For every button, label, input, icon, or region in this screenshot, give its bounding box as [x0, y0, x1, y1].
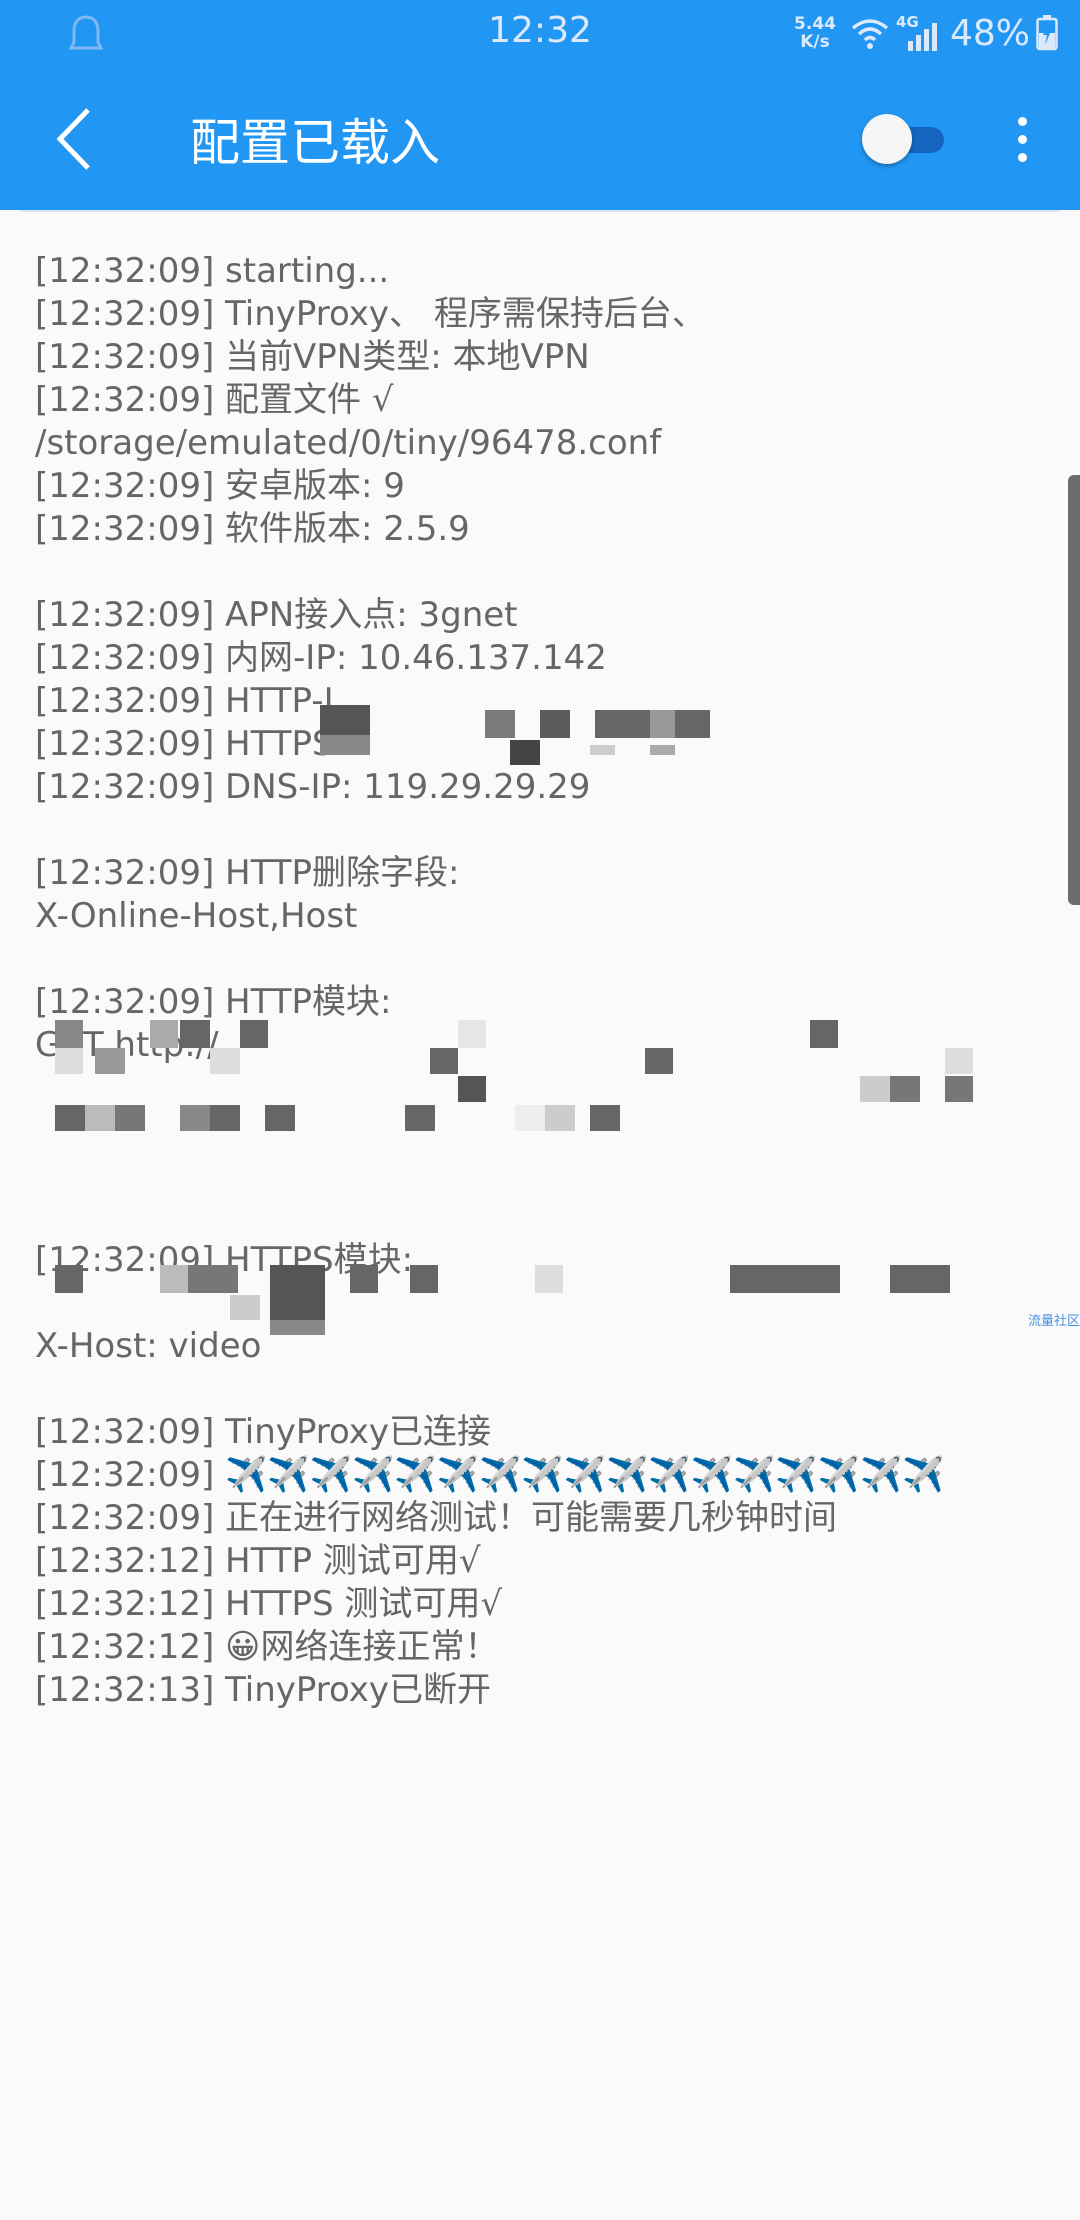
log-list: [12:32:09] starting... [12:32:09] TinyPro… — [35, 250, 1045, 1712]
log-line: [12:32:09] TinyProxy、 程序需保持后台、 — [35, 294, 706, 334]
log-line: [12:32:09] TinyProxy已连接 — [35, 1412, 492, 1452]
log-line — [35, 551, 1045, 594]
battery-charging-icon — [1036, 15, 1058, 51]
cellular-signal-icon: 4G — [896, 13, 940, 53]
network-speed: 5.44 K/s — [794, 15, 836, 51]
log-line: [12:32:09] 正在进行网络测试！可能需要几秒钟时间 — [35, 1498, 838, 1538]
status-icons: 5.44 K/s 4G 48% — [794, 8, 1058, 58]
log-line — [35, 1196, 1045, 1239]
speed-unit: K/s — [800, 32, 830, 52]
log-line: [12:32:09] 配置文件 √ — [35, 380, 394, 420]
status-bar: 12:32 5.44 K/s 4G 48% — [0, 0, 1080, 66]
back-arrow-icon[interactable] — [50, 104, 106, 174]
divider — [20, 210, 1060, 212]
log-line: [12:32:09] starting... — [35, 251, 390, 291]
more-options-icon[interactable] — [1010, 112, 1034, 168]
vpn-toggle-switch[interactable] — [862, 114, 944, 164]
app-bar: 配置已载入 — [0, 66, 1080, 210]
log-line — [35, 1153, 1045, 1196]
redacted-ip-area — [320, 685, 710, 785]
toggle-thumb — [862, 114, 912, 164]
speed-value: 5.44 — [794, 14, 836, 34]
log-line: [12:32:09] APN接入点: 3gnet — [35, 595, 518, 635]
log-line: [12:32:09] 当前VPN类型: 本地VPN — [35, 337, 590, 377]
log-line — [35, 938, 1045, 981]
log-line: [12:32:09] HTTP删除字段: — [35, 853, 460, 893]
redacted-http-module-area — [30, 1020, 980, 1140]
log-line: /storage/emulated/0/tiny/96478.conf — [35, 423, 662, 463]
log-line — [35, 1368, 1045, 1411]
log-line — [35, 809, 1045, 852]
log-line: X-Online-Host,Host — [35, 896, 358, 936]
log-line: [12:32:09] 安卓版本: 9 — [35, 466, 405, 506]
battery-percent: 48% — [949, 12, 1030, 54]
log-line: [12:32:12] HTTP 测试可用√ — [35, 1541, 481, 1581]
log-line: [12:32:09] ✈️✈️✈️✈️✈️✈️✈️✈️✈️✈️✈️✈️✈️✈️✈… — [35, 1455, 945, 1495]
scrollbar[interactable] — [1068, 475, 1080, 905]
page-title: 配置已载入 — [190, 114, 440, 172]
redacted-https-module-area — [30, 1265, 980, 1365]
log-line: [12:32:12] 😀网络连接正常！ — [35, 1627, 499, 1667]
log-line: [12:32:09] 内网-IP: 10.46.137.142 — [35, 638, 607, 678]
watermark: 流量社区 — [1028, 1314, 1080, 1329]
log-line: [12:32:12] HTTPS 测试可用√ — [35, 1584, 503, 1624]
log-line: [12:32:13] TinyProxy已断开 — [35, 1670, 492, 1710]
log-panel: [12:32:09] starting... [12:32:09] TinyPro… — [0, 210, 1080, 2220]
log-line: [12:32:09] 软件版本: 2.5.9 — [35, 509, 470, 549]
wifi-icon — [851, 19, 889, 49]
log-line: [12:32:09] HTTP模块: — [35, 982, 392, 1022]
